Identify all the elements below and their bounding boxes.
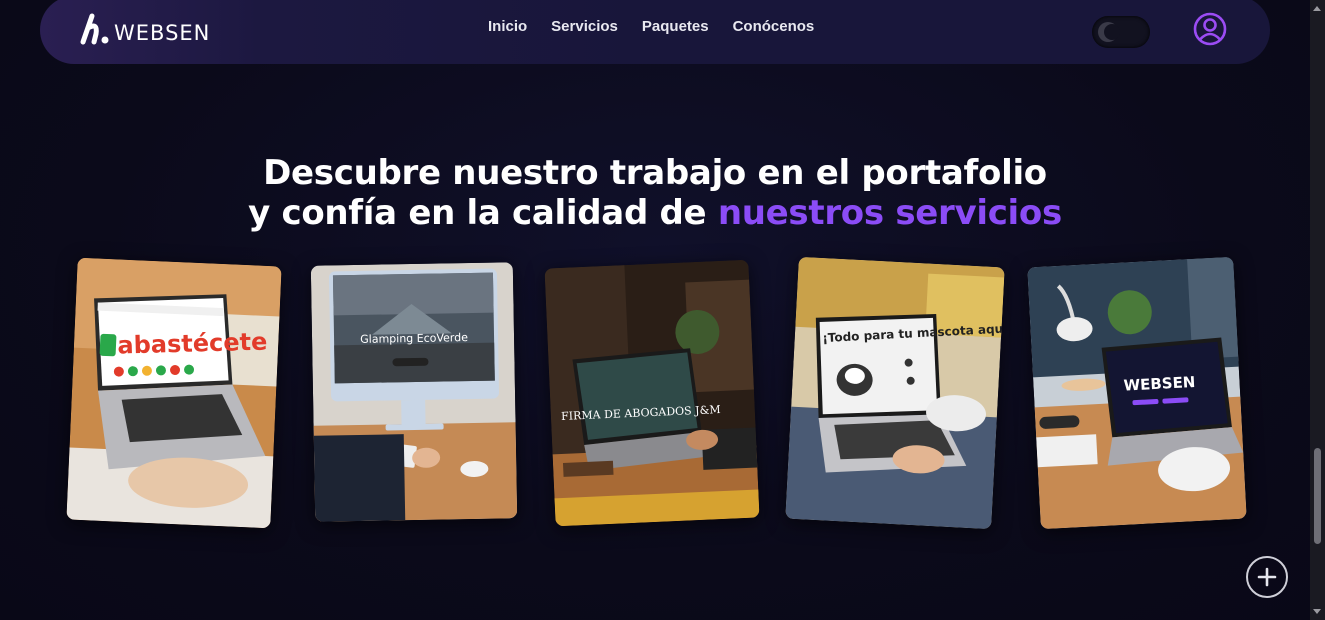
- logo-text: WEBSEN: [114, 21, 211, 45]
- logo[interactable]: WEBSEN: [78, 11, 210, 47]
- nav-link-paquetes[interactable]: Paquetes: [642, 18, 709, 35]
- scrollbar[interactable]: [1310, 0, 1325, 620]
- moon-icon: [1098, 22, 1120, 42]
- scroll-down-icon[interactable]: [1313, 609, 1321, 614]
- user-circle-icon[interactable]: [1193, 12, 1227, 46]
- plus-icon: [1257, 567, 1277, 587]
- portfolio-card-glamping[interactable]: Glamping EcoVerde: [310, 262, 518, 522]
- portfolio-image: FIRMA DE ABOGADOS J&M: [544, 259, 760, 527]
- portfolio-image: abastécete: [66, 257, 282, 529]
- page: WEBSEN Inicio Servicios Paquetes Conócen…: [0, 0, 1325, 620]
- portfolio-image: WEBSEN: [1027, 256, 1247, 530]
- nav-link-inicio[interactable]: Inicio: [488, 18, 527, 35]
- navbar: WEBSEN Inicio Servicios Paquetes Conócen…: [40, 0, 1270, 64]
- portfolio-card-abogados[interactable]: FIRMA DE ABOGADOS J&M: [544, 259, 760, 527]
- logo-mark-icon: [80, 13, 109, 45]
- portfolio-image: Glamping EcoVerde: [310, 262, 518, 522]
- card-label: abastécete: [117, 328, 268, 360]
- headline-line-1: Descubre nuestro trabajo en el portafoli…: [263, 153, 1047, 193]
- scroll-thumb[interactable]: [1314, 448, 1321, 544]
- nav-links: Inicio Servicios Paquetes Conócenos: [488, 18, 838, 35]
- headline-line-2-prefix: y confía en la calidad de: [248, 193, 718, 233]
- portfolio-image: ¡Todo para tu mascota aquí!: [785, 256, 1005, 530]
- portfolio-card-mascota[interactable]: ¡Todo para tu mascota aquí!: [785, 256, 1005, 530]
- portfolio-card-abastecete[interactable]: abastécete: [66, 257, 282, 529]
- portfolio-headline: Descubre nuestro trabajo en el portafoli…: [0, 153, 1310, 233]
- headline-line-2: y confía en la calidad de nuestros servi…: [0, 193, 1310, 233]
- card-label: Glamping EcoVerde: [360, 331, 468, 346]
- scroll-up-icon[interactable]: [1313, 6, 1321, 11]
- add-button[interactable]: [1246, 556, 1288, 598]
- nav-link-servicios[interactable]: Servicios: [551, 18, 618, 35]
- headline-accent: nuestros servicios: [717, 193, 1062, 233]
- theme-toggle[interactable]: [1092, 16, 1150, 48]
- card-label: WEBSEN: [1123, 373, 1196, 395]
- portfolio-card-websen[interactable]: WEBSEN: [1027, 256, 1247, 530]
- nav-link-conocenos[interactable]: Conócenos: [733, 18, 815, 35]
